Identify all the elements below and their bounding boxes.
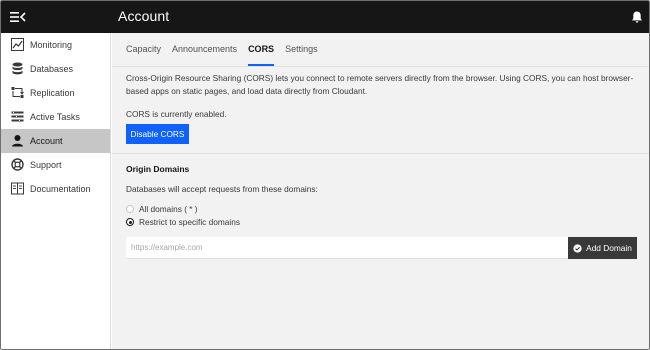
- disable-cors-button[interactable]: Disable CORS: [126, 124, 189, 144]
- sidebar-item-support[interactable]: Support: [1, 153, 110, 177]
- tab-capacity[interactable]: Capacity: [126, 41, 161, 61]
- account-tabs: Capacity Announcements CORS Settings: [126, 41, 329, 66]
- user-icon: [11, 134, 24, 147]
- sidebar-item-label: Active Tasks: [30, 112, 80, 122]
- tab-settings[interactable]: Settings: [285, 41, 318, 61]
- cors-description: Cross-Origin Resource Sharing (CORS) let…: [126, 73, 634, 96]
- sidebar-item-label: Support: [30, 160, 62, 170]
- tabs-divider: [112, 66, 649, 67]
- chart-line-icon: [11, 38, 24, 51]
- tab-announcements[interactable]: Announcements: [172, 41, 237, 61]
- sidebar: Monitoring Databases Replication Active …: [1, 33, 111, 349]
- menu-collapse-icon[interactable]: [9, 9, 27, 25]
- radio-button[interactable]: [126, 205, 134, 213]
- cors-status: CORS is currently enabled.: [126, 109, 227, 119]
- origin-domains-heading: Origin Domains: [126, 164, 190, 174]
- sidebar-item-active-tasks[interactable]: Active Tasks: [1, 105, 110, 129]
- sidebar-item-documentation[interactable]: Documentation: [1, 177, 110, 201]
- database-icon: [11, 62, 24, 75]
- book-icon: [11, 182, 24, 195]
- replicate-icon: [11, 86, 24, 99]
- checkmark-icon: [573, 243, 582, 253]
- sidebar-item-account[interactable]: Account: [1, 129, 110, 153]
- sidebar-item-label: Account: [30, 136, 63, 146]
- sidebar-item-label: Monitoring: [30, 40, 73, 50]
- radio-label: Restrict to specific domains: [139, 217, 240, 227]
- sidebar-item-label: Replication: [30, 88, 75, 98]
- task-list-icon: [11, 110, 24, 123]
- page-title: Account: [118, 8, 170, 24]
- main-content: Capacity Announcements CORS Settings Cro…: [112, 33, 649, 349]
- app-window: Account Monitoring Databases Replication…: [0, 0, 650, 350]
- domain-input[interactable]: [126, 237, 568, 259]
- radio-label: All domains ( * ): [139, 204, 198, 214]
- radio-restrict-domains[interactable]: Restrict to specific domains: [126, 217, 240, 227]
- bell-icon[interactable]: [630, 10, 644, 24]
- sidebar-item-label: Databases: [30, 64, 74, 74]
- origin-domains-description: Databases will accept requests from thes…: [126, 184, 318, 194]
- sidebar-item-monitoring[interactable]: Monitoring: [1, 33, 110, 57]
- sidebar-item-label: Documentation: [30, 184, 91, 194]
- lifebuoy-icon: [11, 158, 24, 171]
- add-domain-button[interactable]: Add Domain: [568, 237, 637, 259]
- radio-all-domains[interactable]: All domains ( * ): [126, 204, 198, 214]
- radio-button[interactable]: [126, 218, 134, 226]
- sidebar-item-databases[interactable]: Databases: [1, 57, 110, 81]
- tab-cors[interactable]: CORS: [248, 41, 275, 66]
- top-header: Account: [1, 1, 649, 33]
- section-divider: [112, 153, 649, 154]
- sidebar-item-replication[interactable]: Replication: [1, 81, 110, 105]
- add-domain-label: Add Domain: [586, 243, 632, 253]
